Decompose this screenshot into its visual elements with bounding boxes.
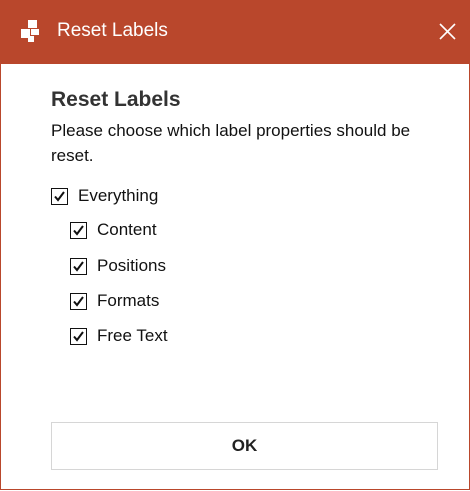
checkbox-box[interactable] <box>70 292 87 310</box>
checkmark-icon <box>73 260 84 272</box>
reset-labels-dialog: Reset Labels Reset Labels Please choose … <box>0 0 470 490</box>
checkbox-everything[interactable]: Everything <box>51 183 158 209</box>
checkbox-formats[interactable]: Formats <box>70 288 159 314</box>
checkmark-icon <box>54 190 65 202</box>
checkbox-box[interactable] <box>70 221 87 239</box>
checkbox-label: Free Text <box>97 326 168 345</box>
checkbox-box[interactable] <box>51 187 68 205</box>
checkbox-label: Formats <box>97 291 160 310</box>
checkmark-icon <box>73 295 84 307</box>
checkbox-positions[interactable]: Positions <box>70 253 166 279</box>
checkbox-label: Positions <box>97 256 166 275</box>
checkbox-box[interactable] <box>70 257 87 275</box>
checkbox-free-text[interactable]: Free Text <box>70 323 168 349</box>
checkmark-icon <box>73 224 84 236</box>
close-button[interactable] <box>425 0 469 64</box>
checkbox-content[interactable]: Content <box>70 217 157 243</box>
dialog-description: Please choose which label properties sho… <box>51 121 411 165</box>
checkbox-label: Everything <box>78 186 159 205</box>
title-bar: Reset Labels <box>1 0 469 64</box>
checkbox-box[interactable] <box>70 327 87 345</box>
checkbox-label: Content <box>97 220 157 239</box>
app-logo-icon <box>21 20 43 42</box>
window-title: Reset Labels <box>57 20 168 41</box>
ok-button[interactable]: OK <box>51 422 438 470</box>
checkmark-icon <box>73 330 84 342</box>
dialog-heading: Reset Labels <box>51 88 181 111</box>
